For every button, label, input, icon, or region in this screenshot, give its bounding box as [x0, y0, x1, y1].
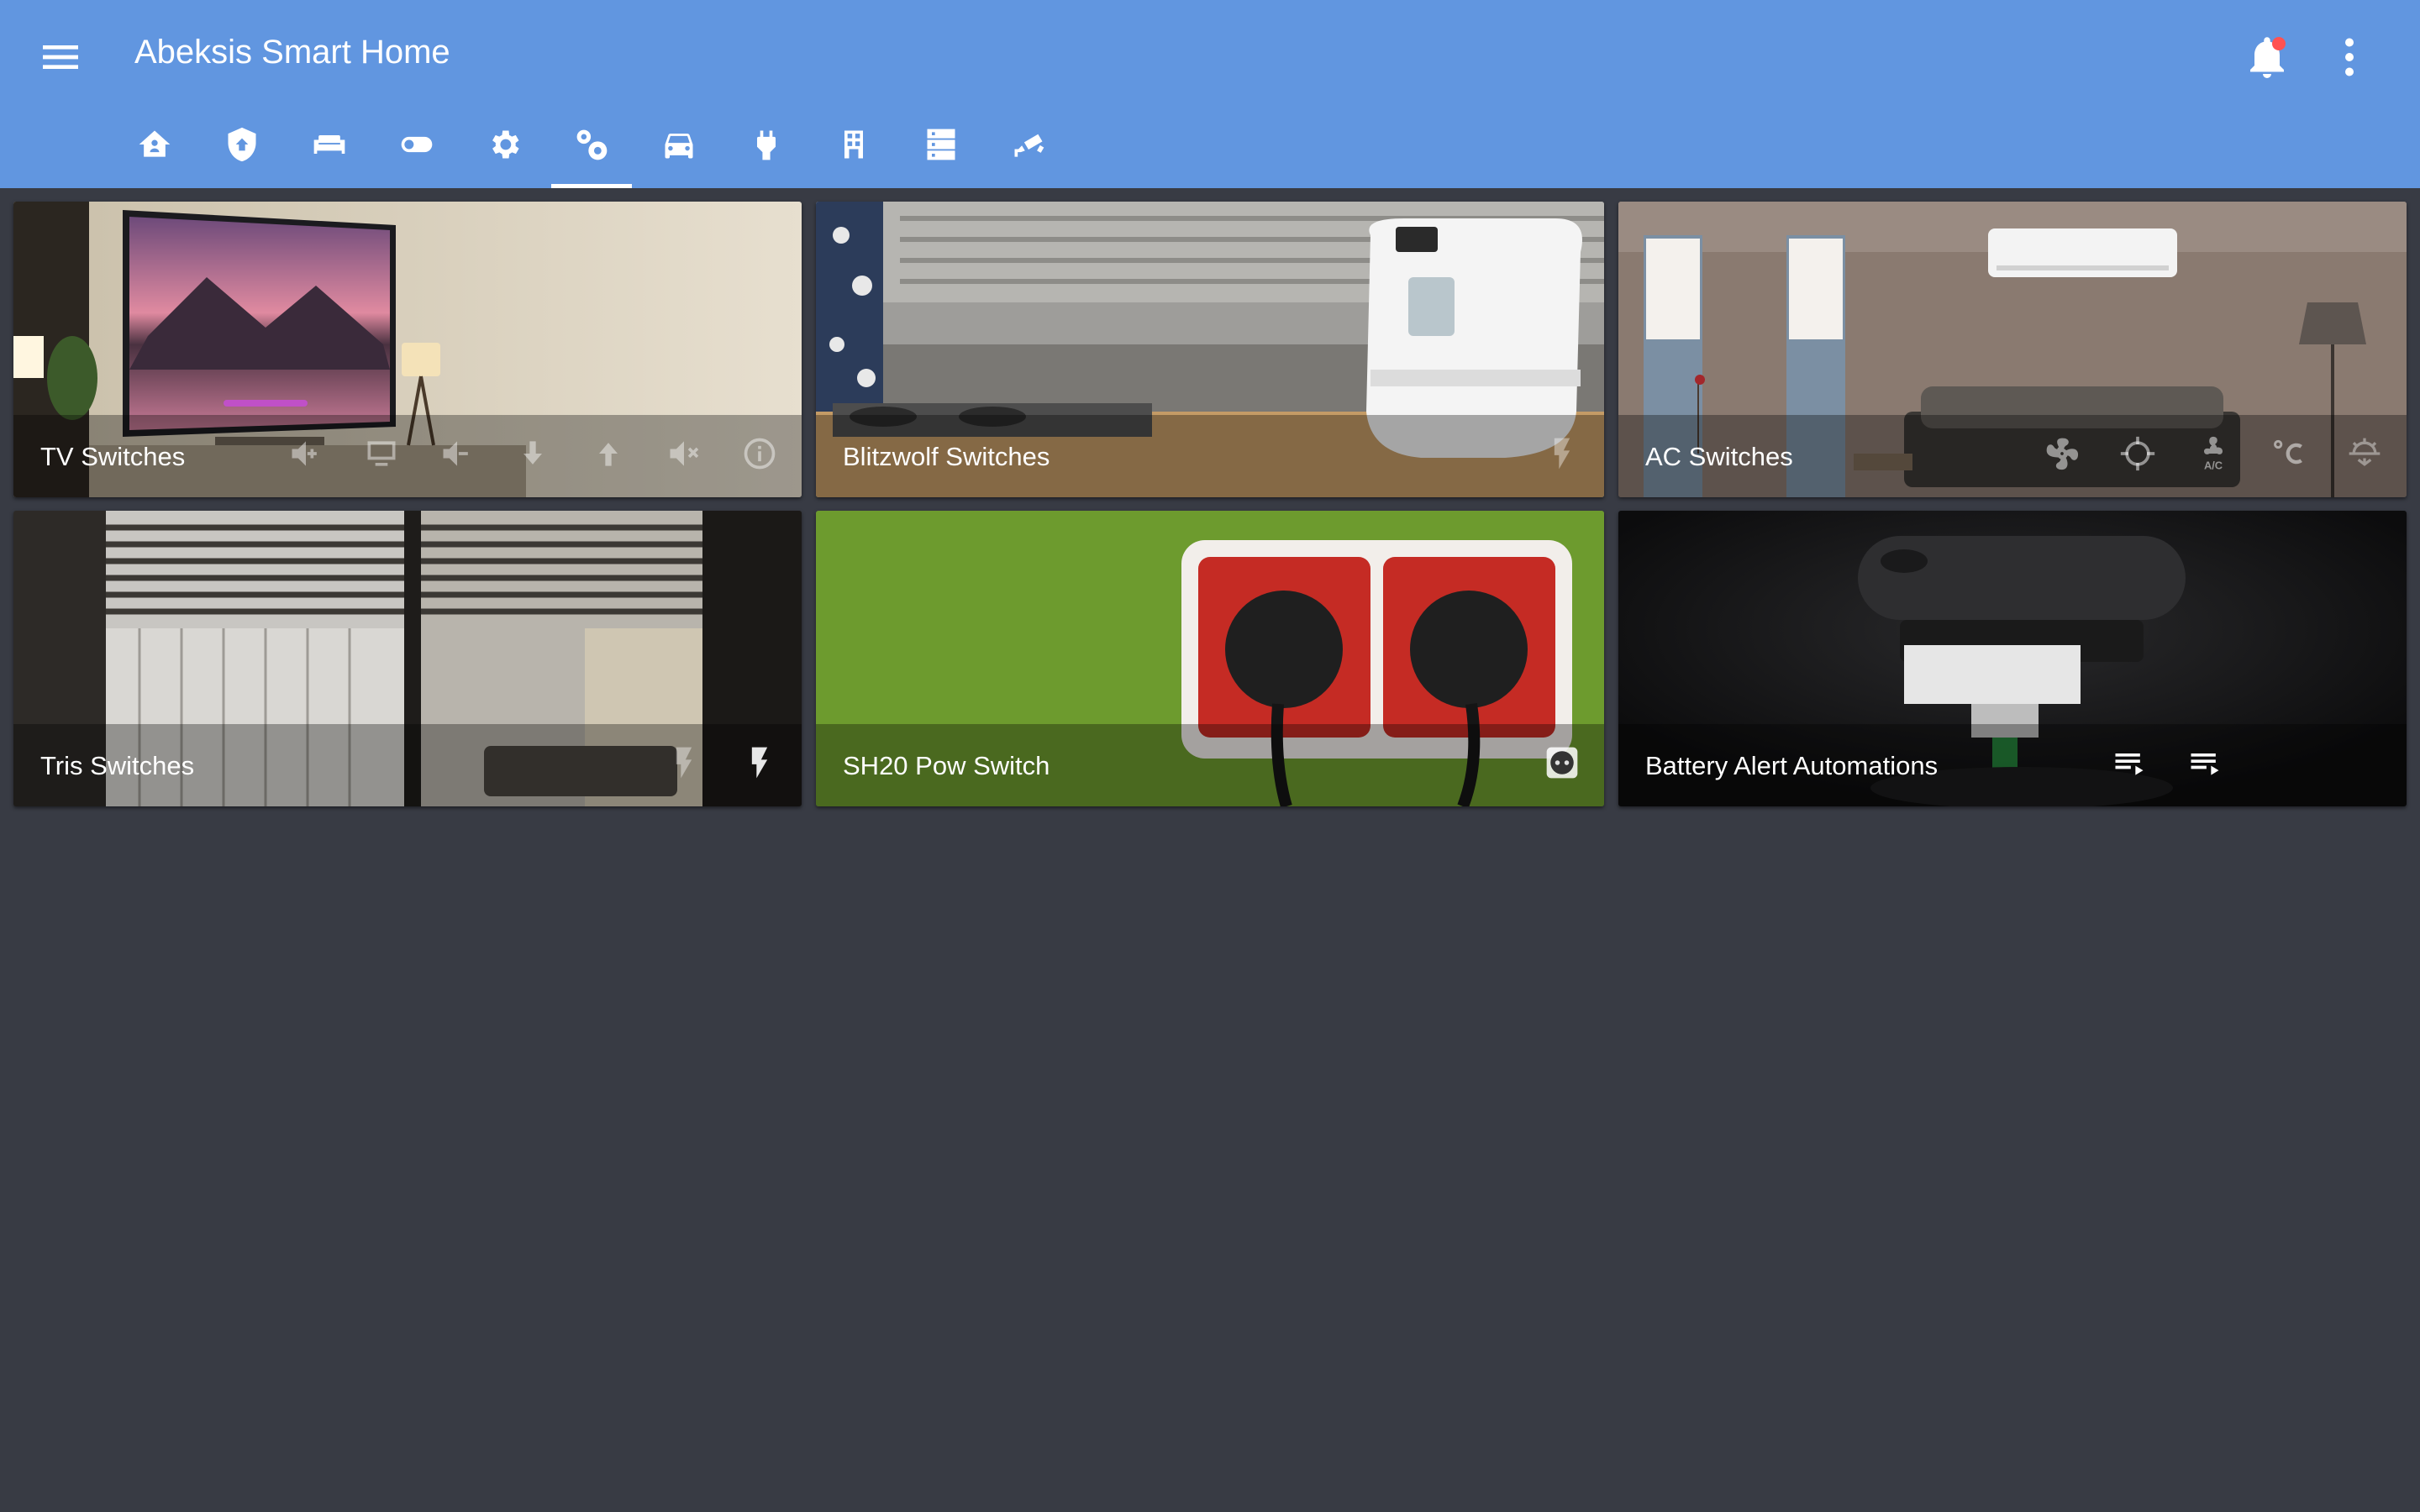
arrow-down-icon[interactable]: [514, 435, 551, 472]
app-title: Abeksis Smart Home: [134, 34, 450, 71]
home-automation-icon: [139, 130, 171, 157]
tab-settings[interactable]: [464, 118, 544, 188]
monitor-icon[interactable]: [363, 435, 400, 472]
flash-icon[interactable]: [1544, 435, 1581, 472]
tab-living[interactable]: [289, 118, 370, 188]
air-conditioner-icon[interactable]: A/C: [2195, 435, 2232, 472]
card-title: Tris Switches: [40, 751, 195, 780]
volume-off-icon[interactable]: [666, 435, 702, 472]
power-plug-icon: [757, 130, 776, 160]
tab-security[interactable]: [202, 118, 282, 188]
playlist-play-icon[interactable]: [2111, 744, 2148, 781]
flash-icon[interactable]: [741, 744, 778, 781]
tab-cameras[interactable]: [988, 118, 1069, 188]
settings-gear-icon: [492, 130, 519, 159]
tab-switches[interactable]: [376, 118, 457, 188]
card-battery-alert-automations[interactable]: Battery Alert Automations: [1618, 511, 2407, 806]
card-tv-switches[interactable]: TV Switches: [13, 202, 802, 497]
more-vertical-icon[interactable]: [2324, 32, 2375, 82]
tab-car[interactable]: [639, 118, 719, 188]
security-shield-icon: [228, 127, 256, 162]
card-sh20-pow-switch[interactable]: SH20 Pow Switch: [816, 511, 1604, 806]
card-title: SH20 Pow Switch: [843, 751, 1050, 780]
info-icon[interactable]: [741, 435, 778, 472]
card-title: AC Switches: [1645, 442, 1793, 471]
card-title: TV Switches: [40, 442, 186, 471]
tab-server[interactable]: [901, 118, 981, 188]
crosshairs-icon[interactable]: [2119, 435, 2156, 472]
svg-text:A/C: A/C: [2204, 459, 2223, 471]
door-window-icon: [844, 130, 863, 159]
server-icon: [927, 129, 955, 160]
menu-icon[interactable]: [37, 34, 84, 81]
fan-icon[interactable]: [2044, 435, 2081, 472]
app-header: Abeksis Smart Home: [0, 0, 2420, 188]
card-title: Blitzwolf Switches: [843, 442, 1050, 471]
card-tris-switches[interactable]: Tris Switches: [13, 511, 802, 806]
tab-doors[interactable]: [813, 118, 894, 188]
selected-tab-indicator: [551, 184, 632, 188]
sofa-icon: [313, 135, 345, 154]
tab-automations[interactable]: [551, 118, 632, 188]
sun-snowflake-icon[interactable]: [2346, 435, 2383, 472]
celsius-icon[interactable]: [2270, 435, 2307, 472]
card-ac-switches[interactable]: AC Switches A/C: [1618, 202, 2407, 497]
flash-icon[interactable]: [666, 744, 702, 781]
tab-power[interactable]: [726, 118, 807, 188]
notification-badge: [2272, 37, 2286, 50]
bell-icon[interactable]: [2242, 32, 2292, 82]
power-socket-icon[interactable]: [1544, 744, 1581, 781]
volume-plus-icon[interactable]: [287, 435, 324, 472]
cctv-camera-icon: [1014, 134, 1044, 157]
playlist-play-icon[interactable]: [2186, 744, 2223, 781]
car-icon: [665, 134, 693, 159]
arrow-up-icon[interactable]: [590, 435, 627, 472]
toggle-switch-icon: [401, 136, 433, 153]
volume-minus-icon[interactable]: [439, 435, 476, 472]
settings-gears-icon: [576, 129, 608, 160]
card-blitzwolf-switches[interactable]: Blitzwolf Switches: [816, 202, 1604, 497]
tab-home[interactable]: [114, 118, 195, 188]
card-title: Battery Alert Automations: [1645, 751, 1939, 780]
